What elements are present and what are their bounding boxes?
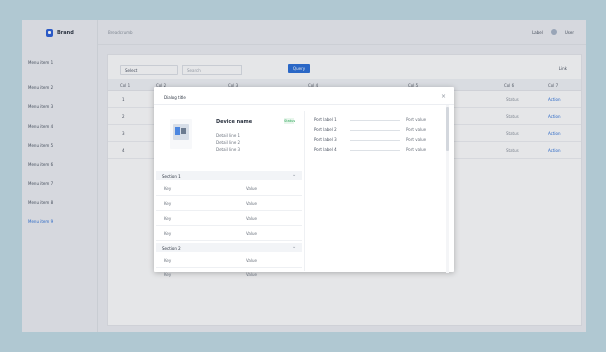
scrollbar-thumb[interactable] bbox=[446, 107, 449, 151]
info-row: Key Value bbox=[156, 226, 302, 241]
info-key: Key bbox=[164, 231, 172, 236]
info-key: Key bbox=[164, 258, 172, 263]
section-header[interactable]: Section 1 ⌄ bbox=[156, 171, 302, 180]
info-row: Key Value bbox=[156, 196, 302, 211]
device-panel-shape bbox=[175, 127, 180, 135]
device-meta: Detail line 1 bbox=[216, 133, 241, 138]
port-value: Port value bbox=[406, 147, 427, 152]
port-label: Port label 1 bbox=[314, 117, 337, 122]
section-header[interactable]: Section 2 ⌄ bbox=[156, 243, 302, 252]
chevron-down-icon: ⌄ bbox=[292, 172, 297, 178]
port-label: Port label 4 bbox=[314, 147, 337, 152]
port-value: Port value bbox=[406, 127, 427, 132]
info-key: Key bbox=[164, 216, 172, 221]
close-icon[interactable]: × bbox=[441, 93, 446, 100]
info-key: Key bbox=[164, 272, 172, 277]
chevron-down-icon: ⌄ bbox=[292, 244, 297, 250]
device-image bbox=[170, 119, 192, 149]
modal-title: Dialog title bbox=[164, 95, 186, 100]
info-row: Key Value bbox=[156, 211, 302, 226]
info-row: Key Value bbox=[156, 181, 302, 196]
info-value: Value bbox=[246, 216, 257, 221]
info-value: Value bbox=[246, 231, 257, 236]
info-value: Value bbox=[246, 201, 257, 206]
info-row: Key Value bbox=[156, 253, 302, 268]
port-row: Port label 2 Port value bbox=[314, 127, 444, 133]
info-key: Key bbox=[164, 186, 172, 191]
port-value: Port value bbox=[406, 117, 427, 122]
info-value: Value bbox=[246, 272, 257, 277]
status-badge: Status bbox=[284, 118, 296, 124]
info-value: Value bbox=[246, 258, 257, 263]
device-name: Device name bbox=[216, 119, 253, 125]
modal-body: Device name Status Detail line 1 Detail … bbox=[154, 104, 454, 277]
device-meta: Detail line 3 bbox=[216, 147, 241, 152]
port-row: Port label 4 Port value bbox=[314, 147, 444, 153]
port-label: Port label 2 bbox=[314, 127, 337, 132]
port-row: Port label 1 Port value bbox=[314, 117, 444, 123]
device-meta: Detail line 2 bbox=[216, 140, 241, 145]
modal-scrollbar[interactable] bbox=[446, 105, 449, 273]
section-title: Section 2 bbox=[162, 246, 181, 251]
info-key: Key bbox=[164, 201, 172, 206]
section-title: Section 1 bbox=[162, 174, 181, 179]
port-label: Port label 3 bbox=[314, 137, 337, 142]
divider bbox=[304, 111, 305, 271]
device-detail-modal: Dialog title × Device name Status Detail… bbox=[154, 87, 454, 277]
port-row: Port label 3 Port value bbox=[314, 137, 444, 143]
info-row: Key Value bbox=[156, 267, 302, 281]
info-value: Value bbox=[246, 186, 257, 191]
port-value: Port value bbox=[406, 137, 427, 142]
device-side-shape bbox=[181, 128, 186, 134]
